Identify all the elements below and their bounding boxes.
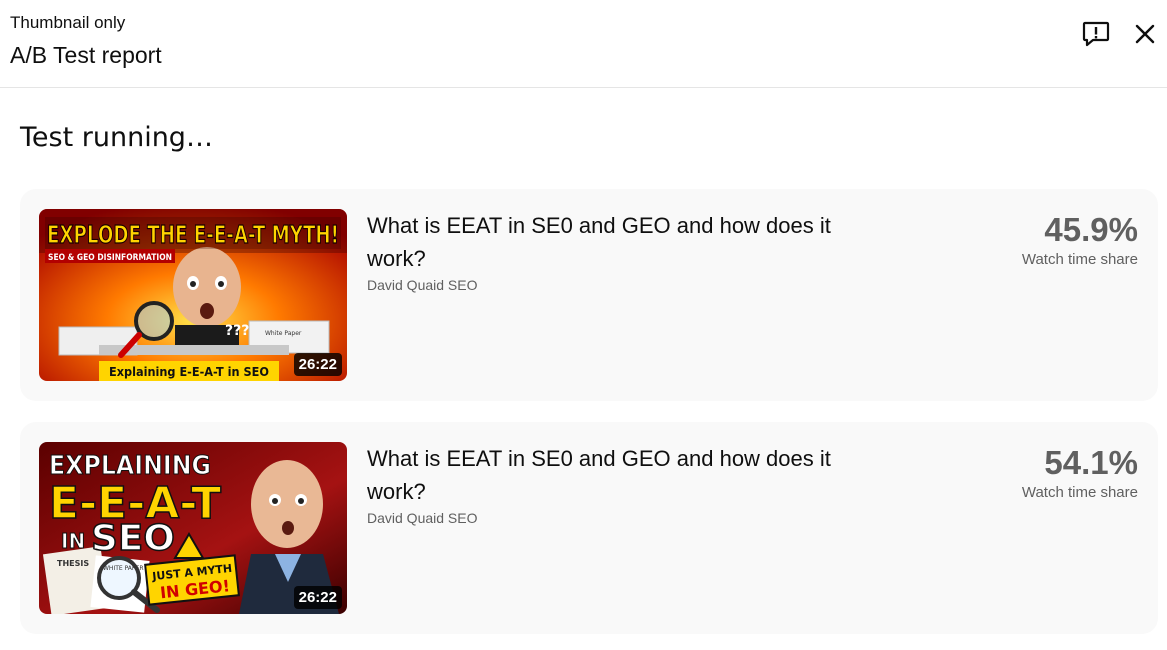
video-title[interactable]: What is EEAT in SE0 and GEO and how does…: [367, 209, 837, 275]
thumb-footer: Explaining E-E-A-T in SEO: [109, 365, 269, 379]
feedback-icon: [1082, 21, 1110, 47]
test-status: Test running…: [20, 122, 213, 153]
thumb-marks: ???: [225, 323, 249, 339]
video-thumbnail[interactable]: EXPLODE THE E-E-A-T MYTH! SEO & GEO DISI…: [39, 209, 347, 381]
watch-time-share-value: 54.1%: [1044, 444, 1138, 481]
watch-time-metric: 54.1% Watch time share: [1022, 444, 1138, 501]
thumb-thesis: THESIS: [57, 559, 89, 568]
video-thumbnail[interactable]: EXPLAINING E-E-A-T IN SEO THESIS WHITE P…: [39, 442, 347, 614]
video-duration: 26:22: [293, 586, 342, 609]
watch-time-share-value: 45.9%: [1044, 211, 1138, 248]
header-subtitle: Thumbnail only: [10, 13, 126, 32]
variant-card: EXPLAINING E-E-A-T IN SEO THESIS WHITE P…: [20, 422, 1158, 634]
feedback-button[interactable]: [1080, 18, 1112, 50]
watch-time-metric: 45.9% Watch time share: [1022, 211, 1138, 268]
ab-test-dialog: Thumbnail only A/B Test report Test runn…: [0, 0, 1167, 650]
video-title[interactable]: What is EEAT in SE0 and GEO and how does…: [367, 442, 837, 508]
close-button[interactable]: [1129, 18, 1161, 50]
channel-name[interactable]: David Quaid SEO: [367, 277, 478, 293]
thumb-tag: SEO & GEO DISINFORMATION: [48, 253, 172, 263]
dialog-header: Thumbnail only A/B Test report: [0, 0, 1167, 88]
thumb-line3-big: SEO: [91, 518, 175, 559]
thumb-line3-small: IN: [61, 529, 85, 553]
channel-name[interactable]: David Quaid SEO: [367, 510, 478, 526]
variant-card: EXPLODE THE E-E-A-T MYTH! SEO & GEO DISI…: [20, 189, 1158, 401]
thumb-line1: EXPLAINING: [49, 451, 211, 481]
thumb-headline: EXPLODE THE E-E-A-T MYTH!: [47, 220, 339, 249]
header-title: A/B Test report: [10, 42, 162, 68]
video-duration: 26:22: [293, 353, 342, 376]
thumb-paper: White Paper: [265, 330, 302, 337]
thumb-paper: WHITE PAPER: [103, 565, 144, 572]
close-icon: [1135, 24, 1155, 44]
watch-time-share-label: Watch time share: [1021, 484, 1138, 501]
watch-time-share-label: Watch time share: [1021, 251, 1138, 268]
